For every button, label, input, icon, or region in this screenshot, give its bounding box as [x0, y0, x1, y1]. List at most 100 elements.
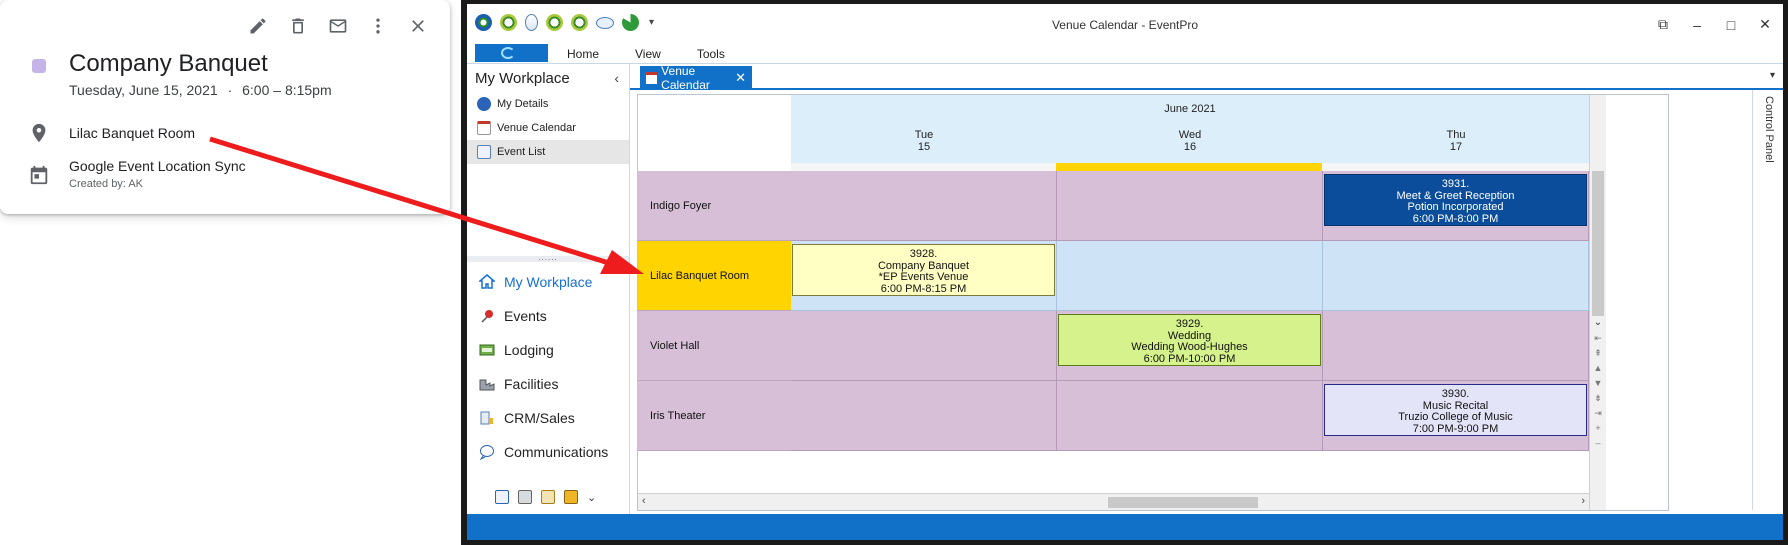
notes-icon[interactable] — [541, 490, 555, 504]
calendar-icon — [477, 121, 491, 135]
window-client-area: ▾ Venue Calendar - EventPro ⧉ – □ ✕ Home… — [467, 4, 1783, 540]
day-of-week: Thu — [1446, 129, 1466, 141]
calendar-cell[interactable] — [1323, 311, 1589, 381]
nav-label: Communications — [504, 444, 609, 460]
zoom-in-icon[interactable]: + — [1590, 423, 1606, 433]
nav-label: Events — [504, 308, 547, 324]
page-down-icon[interactable]: ⇟ — [1590, 393, 1606, 404]
tab-venue-calendar[interactable]: Venue Calendar ✕ — [640, 64, 752, 92]
sidebar: My Workplace ‹ My Details Venue Calendar… — [467, 64, 630, 514]
event-title: Company Banquet — [69, 50, 268, 77]
tab-list-dropdown-icon[interactable]: ▾ — [1770, 70, 1775, 81]
maximize-icon[interactable]: □ — [1723, 17, 1739, 33]
email-icon — [329, 19, 347, 33]
room-label[interactable]: Iris Theater — [638, 381, 791, 451]
calendar-cell[interactable] — [791, 171, 1057, 241]
nav-facilities[interactable]: Facilities — [467, 367, 629, 401]
menu-tools[interactable]: Tools — [679, 44, 743, 61]
calendar-cell[interactable] — [1057, 381, 1323, 451]
more-vert-icon — [376, 18, 380, 34]
minimize-icon[interactable]: – — [1689, 17, 1705, 33]
page-up-icon[interactable]: ⇞ — [1590, 348, 1606, 359]
control-panel-toggle[interactable]: Control Panel — [1753, 96, 1775, 216]
event-block[interactable]: 3929. Wedding Wedding Wood-Hughes 6:00 PM-1… — [1058, 314, 1321, 366]
day-header[interactable]: Wed 16 — [1057, 129, 1323, 153]
nav-crm-sales[interactable]: CRM/Sales — [467, 401, 629, 435]
day-header[interactable]: Tue 15 — [791, 129, 1057, 153]
event-creator: Created by: AK — [69, 178, 143, 190]
event-block[interactable]: 3930. Music Recital Truzio College of Musi… — [1324, 384, 1587, 436]
day-of-week: Wed — [1178, 129, 1202, 141]
menu-view[interactable]: View — [617, 44, 679, 61]
room-label[interactable]: Indigo Foyer — [638, 171, 791, 241]
calculator-icon[interactable] — [518, 490, 532, 504]
collapse-sidebar-icon[interactable]: ‹ — [614, 70, 619, 86]
horizontal-scrollbar[interactable]: ‹ › — [638, 493, 1589, 510]
nav-events[interactable]: Events — [467, 299, 629, 333]
delete-button[interactable] — [282, 12, 314, 40]
day-header[interactable]: Thu 17 — [1323, 129, 1589, 153]
event-time: 7:00 PM-9:00 PM — [1412, 422, 1499, 435]
restore-icon[interactable]: ⧉ — [1655, 16, 1671, 33]
scroll-thumb[interactable] — [1108, 497, 1258, 508]
folder-icon[interactable] — [564, 490, 578, 504]
email-guests-button[interactable] — [322, 12, 354, 40]
menu-home[interactable]: Home — [549, 44, 617, 61]
event-location: Lilac Banquet Room — [69, 125, 196, 141]
close-tab-icon[interactable]: ✕ — [735, 70, 746, 86]
event-client: Potion Incorporated — [1407, 201, 1504, 213]
close-icon[interactable]: ✕ — [1757, 16, 1773, 33]
nav-communications[interactable]: Communications — [467, 435, 629, 469]
sidebar-item-label: Event List — [497, 146, 546, 158]
scroll-right-icon[interactable]: › — [1581, 495, 1585, 507]
status-bar — [467, 514, 1783, 540]
sidebar-item-my-details[interactable]: My Details — [467, 92, 629, 116]
sidebar-splitter[interactable]: ...... — [467, 254, 629, 262]
day-number: 15 — [917, 141, 931, 153]
nav-lodging[interactable]: Lodging — [467, 333, 629, 367]
edit-button[interactable] — [242, 12, 274, 40]
next-resource-icon[interactable]: ▼ — [1590, 378, 1606, 388]
room-label[interactable]: Violet Hall — [638, 311, 791, 381]
delete-icon — [292, 18, 304, 34]
clipboard-icon[interactable] — [495, 490, 509, 504]
close-card-button[interactable] — [402, 12, 434, 40]
room-label[interactable]: Lilac Banquet Room — [638, 241, 791, 311]
nav-footer-buttons: ⌄ — [495, 490, 596, 504]
calendar-cell[interactable] — [1057, 171, 1323, 241]
calendar-cell[interactable] — [791, 381, 1057, 451]
calendar-name: Google Event Location Sync — [69, 158, 246, 174]
calendar-header: June 2021 Tue 15 Wed 16 Thu 17 — [791, 95, 1589, 163]
calendar-cell[interactable] — [1057, 241, 1323, 311]
last-resource-icon[interactable]: ⇥ — [1590, 408, 1606, 419]
first-resource-icon[interactable]: ⇤ — [1590, 333, 1606, 344]
chevron-down-icon[interactable]: ⌄ — [587, 491, 596, 504]
day-number: 17 — [1449, 141, 1463, 153]
event-time: 6:00 PM-10:00 PM — [1143, 352, 1236, 365]
vertical-scrollbar[interactable]: ⌄ ⇤ ⇞ ▲ ▼ ⇟ ⇥ + – — [1589, 95, 1606, 510]
bed-icon — [479, 344, 495, 356]
scroll-thumb[interactable] — [1592, 171, 1604, 316]
home-icon — [479, 274, 495, 289]
zoom-out-icon[interactable]: – — [1590, 438, 1606, 448]
scroll-down-icon[interactable]: ⌄ — [1590, 317, 1606, 328]
event-color-swatch — [32, 59, 46, 73]
nav-label: CRM/Sales — [504, 410, 575, 426]
event-id: 3930. — [1441, 388, 1470, 400]
application-menu-button[interactable] — [475, 44, 548, 62]
event-time: 6:00 – 8:15pm — [242, 82, 332, 98]
event-client: *EP Events Venue — [878, 271, 969, 283]
prev-resource-icon[interactable]: ▲ — [1590, 363, 1606, 373]
month-label: June 2021 — [1164, 103, 1216, 115]
event-block[interactable]: 3931. Meet & Greet Reception Potion Incorp… — [1324, 174, 1587, 226]
event-time: 6:00 PM-8:15 PM — [880, 282, 967, 295]
event-block[interactable]: 3928. Company Banquet *EP Events Venue 6:00… — [792, 244, 1055, 296]
more-options-button[interactable] — [362, 12, 394, 40]
sidebar-item-event-list[interactable]: Event List — [467, 140, 629, 164]
nav-my-workplace[interactable]: My Workplace — [467, 265, 629, 299]
calendar-cell[interactable] — [791, 311, 1057, 381]
title-bar: ▾ Venue Calendar - EventPro ⧉ – □ ✕ — [467, 4, 1783, 42]
sidebar-item-venue-calendar[interactable]: Venue Calendar — [467, 116, 629, 140]
scroll-left-icon[interactable]: ‹ — [642, 495, 646, 507]
calendar-cell[interactable] — [1323, 241, 1589, 311]
